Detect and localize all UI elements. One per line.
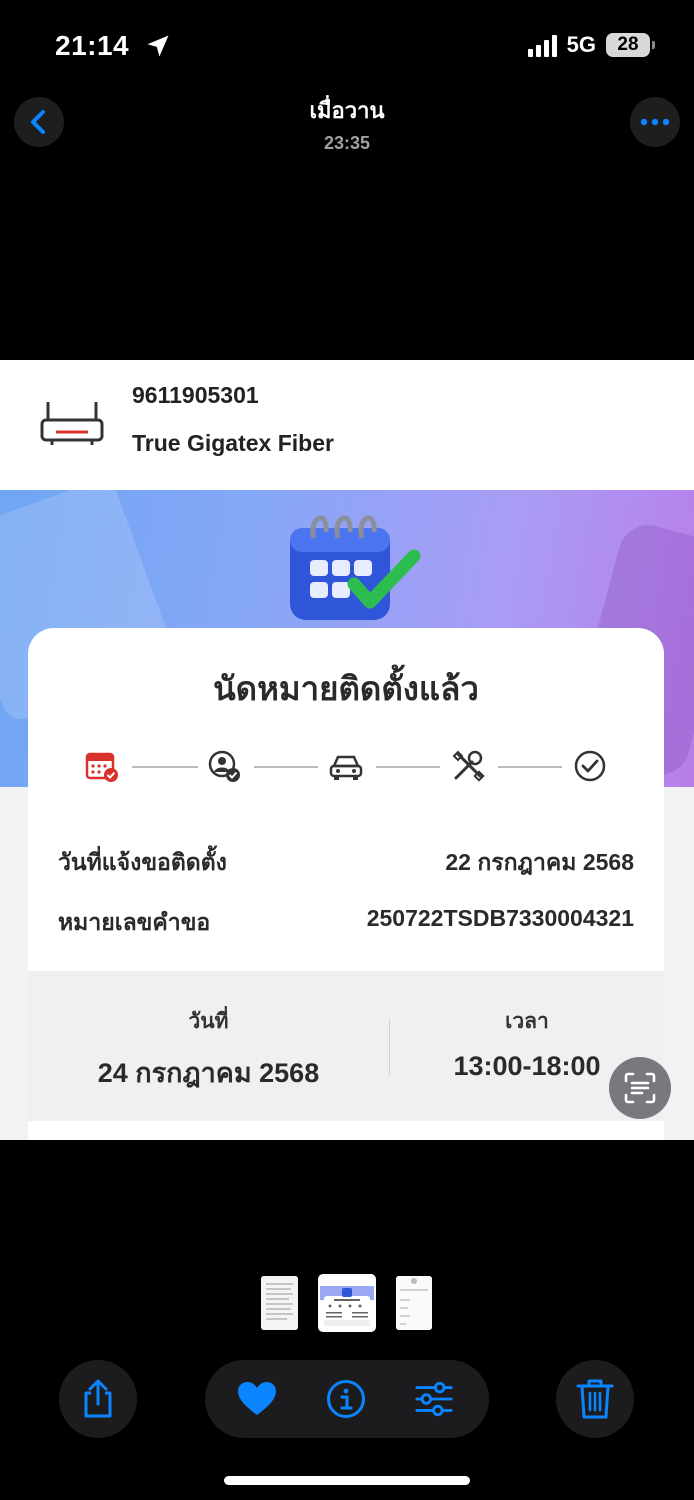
step-connector bbox=[498, 766, 562, 768]
appointment-date-label: วันที่ bbox=[188, 1010, 229, 1033]
trash-icon bbox=[576, 1379, 614, 1419]
home-indicator[interactable] bbox=[224, 1476, 470, 1485]
status-time: 21:14 bbox=[55, 30, 130, 61]
thumbnail[interactable] bbox=[396, 1276, 432, 1330]
step-connector bbox=[132, 766, 198, 768]
product-name: True Gigatex Fiber bbox=[132, 430, 334, 456]
ellipsis-icon bbox=[640, 118, 670, 126]
product-row: 9611905301 True Gigatex Fiber bbox=[0, 360, 694, 490]
progress-steps bbox=[84, 746, 606, 786]
share-icon bbox=[84, 1379, 112, 1418]
photo-date-title: เมื่อวาน bbox=[309, 98, 385, 123]
step-connector bbox=[376, 766, 440, 768]
appointment-card: นัดหมายติดตั้งแล้ว วันที่แจ้งขอติดตั้ง 2… bbox=[28, 628, 664, 1140]
request-date-label: วันที่แจ้งขอติดตั้ง bbox=[58, 849, 227, 875]
photo-header: เมื่อวาน 23:35 bbox=[0, 85, 694, 165]
thumbnail-screenshot-icon bbox=[320, 1276, 374, 1330]
request-number-label: หมายเลขคำขอ bbox=[58, 909, 211, 935]
bottom-toolbar bbox=[0, 1360, 694, 1440]
card-bottom bbox=[28, 1121, 664, 1140]
request-date-row: วันที่แจ้งขอติดตั้ง 22 กรกฎาคม 2568 bbox=[58, 845, 634, 881]
status-indicators: 5G 28 bbox=[527, 32, 655, 58]
live-text-button[interactable] bbox=[609, 1057, 671, 1119]
card-title: นัดหมายติดตั้งแล้ว bbox=[213, 670, 479, 707]
status-bar: 21:14 5G 28 bbox=[0, 0, 694, 90]
photo-time-subtitle: 23:35 bbox=[323, 133, 371, 153]
request-date-value: 22 กรกฎาคม 2568 bbox=[445, 849, 634, 875]
step-connector bbox=[254, 766, 318, 768]
request-number-value: 250722TSDB7330004321 bbox=[366, 905, 634, 931]
appointment-date-value: 24 กรกฎาคม 2568 bbox=[97, 1058, 320, 1088]
appointment-time-label: เวลา bbox=[505, 1010, 549, 1033]
battery-level: 28 bbox=[617, 34, 639, 55]
location-arrow-icon bbox=[147, 35, 169, 57]
thumbnail-current[interactable] bbox=[318, 1274, 376, 1332]
toolbar-pill bbox=[205, 1360, 489, 1438]
calendar-illustration-icon bbox=[290, 515, 421, 620]
delete-button[interactable] bbox=[556, 1360, 634, 1438]
share-button[interactable] bbox=[59, 1360, 137, 1438]
live-text-icon bbox=[624, 1072, 656, 1104]
router-icon bbox=[40, 402, 104, 445]
thumbnail-strip bbox=[0, 1274, 694, 1332]
thumbnail[interactable] bbox=[261, 1276, 298, 1330]
appointment-date: วันที่ 24 กรกฎาคม 2568 bbox=[28, 971, 389, 1121]
thumbnail-document-icon bbox=[396, 1276, 432, 1330]
favorite-button[interactable] bbox=[237, 1379, 277, 1419]
network-label: 5G bbox=[566, 32, 596, 57]
user-check-icon bbox=[208, 750, 240, 782]
battery-icon: 28 bbox=[606, 33, 655, 57]
tools-icon bbox=[452, 750, 485, 782]
signal-icon bbox=[527, 33, 557, 57]
car-icon bbox=[329, 755, 363, 780]
check-circle-icon bbox=[574, 750, 606, 782]
calendar-check-icon bbox=[85, 752, 118, 782]
info-button[interactable] bbox=[326, 1379, 366, 1419]
product-number: 9611905301 bbox=[132, 382, 259, 408]
thumbnail-document-icon bbox=[261, 1276, 298, 1330]
info-icon bbox=[327, 1380, 365, 1418]
photo-content[interactable]: 9611905301 True Gigatex Fiber นัดหมายติด… bbox=[0, 360, 694, 1140]
adjust-icon bbox=[415, 1381, 453, 1417]
more-button[interactable] bbox=[630, 97, 680, 147]
edit-button[interactable] bbox=[414, 1379, 454, 1419]
appointment-box: วันที่ 24 กรกฎาคม 2568 เวลา 13:00-18:00 bbox=[28, 971, 664, 1121]
heart-icon bbox=[238, 1382, 276, 1415]
request-number-row: หมายเลขคำขอ 250722TSDB7330004321 bbox=[58, 905, 634, 941]
